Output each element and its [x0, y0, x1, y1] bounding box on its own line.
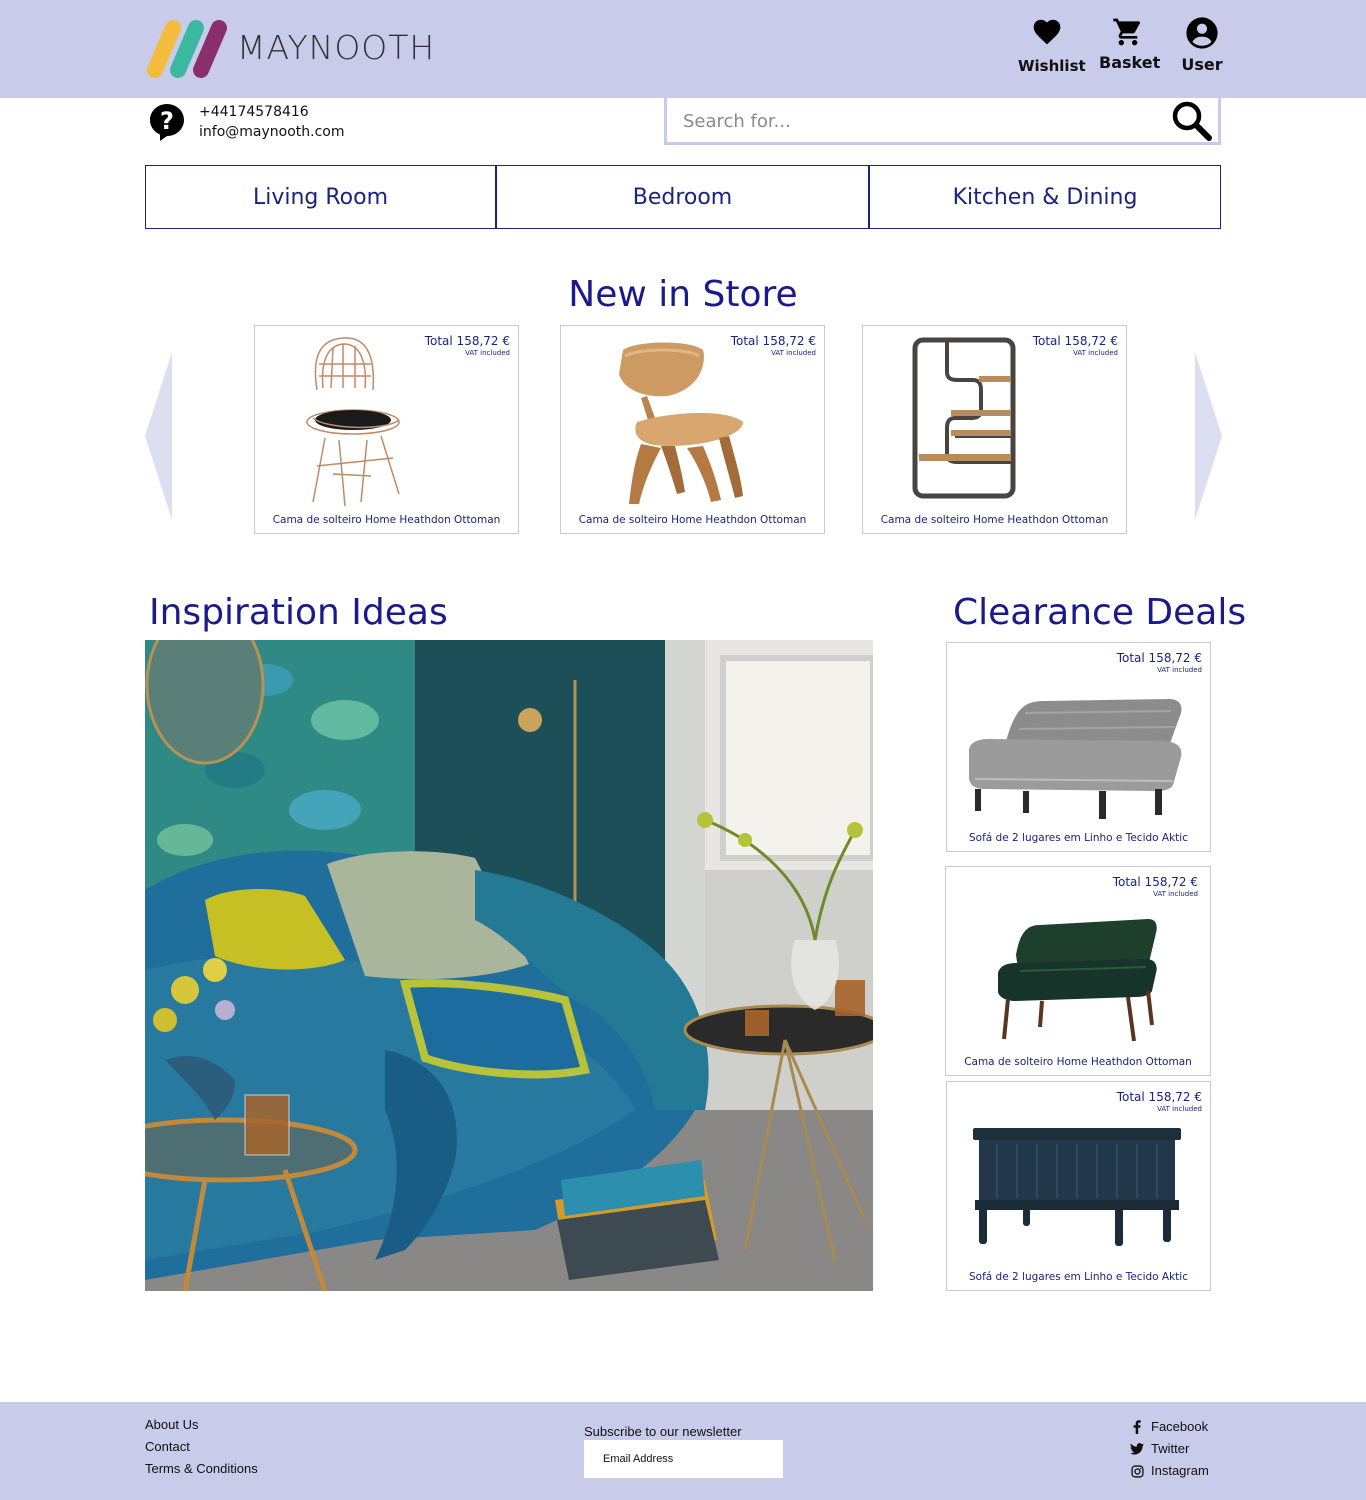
- product-name: Sofá de 2 lugares em Linho e Tecido Akti…: [968, 1271, 1188, 1283]
- plywood-chair-image: [619, 342, 743, 504]
- product-price: Total 158,72 € VAT included: [1032, 334, 1118, 357]
- social-label-instagram: Instagram: [1151, 1463, 1209, 1478]
- green-bench-sofa-image: [998, 919, 1157, 1042]
- search-input[interactable]: [683, 108, 1153, 134]
- navy-bench-image: [973, 1128, 1181, 1246]
- metal-shelf-image: [912, 337, 1016, 499]
- product-name: Cama de solteiro Home Heathdon Ottoman: [964, 1056, 1192, 1068]
- social-links: Facebook Twitter Instagram: [1130, 1416, 1209, 1482]
- product-card-clearance-2[interactable]: Total 158,72 € VAT included Cama de solt…: [945, 866, 1211, 1076]
- contact-phone[interactable]: +44174578416: [199, 102, 344, 122]
- twitter-icon: [1130, 1443, 1144, 1455]
- social-link-twitter[interactable]: Twitter: [1130, 1438, 1209, 1460]
- newsletter-label: Subscribe to our newsletter: [584, 1424, 742, 1439]
- logo-mark-icon: [147, 20, 227, 78]
- product-name: Cama de solteiro Home Heathdon Ottoman: [578, 514, 807, 526]
- help-chat-icon: ?: [150, 104, 184, 141]
- basket-label: Basket: [1099, 53, 1161, 72]
- social-link-facebook[interactable]: Facebook: [1130, 1416, 1209, 1438]
- product-card-clearance-1[interactable]: Total 158,72 € VAT included Sofá de 2 lu…: [946, 642, 1211, 852]
- search-button[interactable]: [1170, 98, 1214, 147]
- nav-item-bedroom[interactable]: Bedroom: [495, 166, 868, 228]
- social-label-facebook: Facebook: [1151, 1419, 1209, 1434]
- wire-chair-image: [306, 337, 400, 507]
- social-label-twitter: Twitter: [1151, 1441, 1190, 1456]
- product-name: Cama de solteiro Home Heathdon Ottoman: [272, 514, 501, 526]
- facebook-icon: [1133, 1420, 1141, 1434]
- product-card-new-1[interactable]: Total 158,72 € VAT included Cama de solt…: [254, 325, 519, 534]
- site-footer: About Us Contact Terms & Conditions Subs…: [0, 1402, 1366, 1500]
- search-bar: [664, 98, 1221, 145]
- footer-link-about[interactable]: About Us: [145, 1414, 258, 1436]
- grey-sofa-image: [969, 699, 1182, 819]
- living-room-photo: [145, 640, 873, 1291]
- brand-name: MAYNOOTH: [237, 28, 436, 67]
- user-icon: [1186, 17, 1218, 49]
- wishlist-label: Wishlist: [1018, 57, 1086, 75]
- social-link-instagram[interactable]: Instagram: [1130, 1460, 1209, 1482]
- product-card-new-2[interactable]: Total 158,72 € VAT included Cama de solt…: [560, 325, 825, 534]
- clearance-title: Clearance Deals: [953, 592, 1247, 633]
- user-label: User: [1181, 55, 1223, 74]
- product-price: Total 158,72 € VAT included: [1112, 875, 1198, 898]
- basket-button[interactable]: Basket: [1099, 16, 1161, 72]
- cart-icon: [1113, 18, 1140, 46]
- product-name: Cama de solteiro Home Heathdon Ottoman: [880, 514, 1109, 526]
- search-icon: [1172, 101, 1212, 141]
- product-card-new-3[interactable]: Total 158,72 € VAT included Cama de solt…: [862, 325, 1127, 534]
- inspiration-image[interactable]: [145, 640, 873, 1291]
- newsletter-email-input[interactable]: [584, 1440, 783, 1478]
- user-button[interactable]: User: [1174, 16, 1230, 74]
- footer-link-terms[interactable]: Terms & Conditions: [145, 1458, 258, 1480]
- heart-icon: [1033, 19, 1061, 45]
- footer-link-contact[interactable]: Contact: [145, 1436, 258, 1458]
- nav-item-living-room[interactable]: Living Room: [146, 166, 495, 228]
- svg-text:?: ?: [160, 107, 174, 135]
- instagram-icon: [1130, 1464, 1144, 1478]
- product-price: Total 158,72 € VAT included: [1116, 651, 1202, 674]
- new-in-store-title: New in Store: [568, 274, 798, 315]
- footer-links: About Us Contact Terms & Conditions: [145, 1414, 258, 1480]
- carousel-prev-arrow-icon[interactable]: [145, 352, 173, 520]
- nav-item-kitchen-dining[interactable]: Kitchen & Dining: [868, 166, 1220, 228]
- product-price: Total 158,72 € VAT included: [1116, 1090, 1202, 1113]
- product-price: Total 158,72 € VAT included: [424, 334, 510, 357]
- brand-logo[interactable]: MAYNOOTH: [145, 20, 445, 78]
- carousel-next-arrow-icon[interactable]: [1194, 352, 1222, 520]
- contact-email[interactable]: info@maynooth.com: [199, 122, 344, 142]
- site-header: MAYNOOTH Wishlist Basket User: [0, 0, 1366, 98]
- product-card-clearance-3[interactable]: Total 158,72 € VAT included Sofá de 2 lu…: [946, 1081, 1211, 1291]
- inspiration-title: Inspiration Ideas: [149, 592, 448, 633]
- category-nav: Living Room Bedroom Kitchen & Dining: [145, 165, 1221, 229]
- product-name: Sofá de 2 lugares em Linho e Tecido Akti…: [968, 832, 1188, 844]
- wishlist-button[interactable]: Wishlist: [1018, 16, 1086, 75]
- newsletter-signup: Subscribe to our newsletter: [584, 1424, 783, 1478]
